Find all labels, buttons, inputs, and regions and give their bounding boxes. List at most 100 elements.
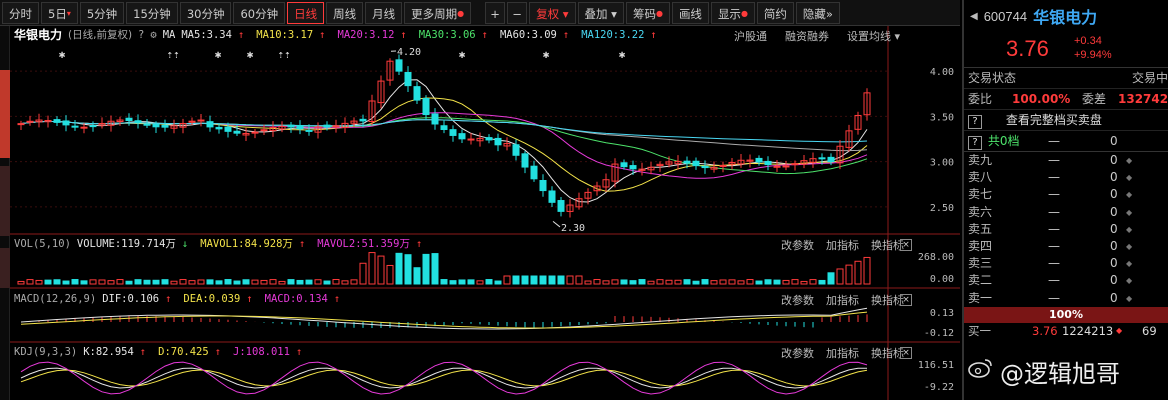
diamond-icon: ◆ <box>1116 325 1123 335</box>
y-tick-label: 2.50 <box>930 203 954 214</box>
volume-bar <box>260 279 268 285</box>
period-tab-daily[interactable]: 日线 <box>287 1 325 24</box>
period-tab-5min[interactable]: 5分钟 <box>79 1 125 24</box>
volume-bar <box>782 279 790 285</box>
kdj-add-indicator-link[interactable]: 加指标 <box>826 345 859 361</box>
display-button[interactable]: 显示● <box>710 1 755 24</box>
stock-code: 600744 <box>983 8 1028 24</box>
volume-bar <box>332 279 340 285</box>
sidebar-tab[interactable] <box>0 166 10 236</box>
candle-body <box>458 133 466 140</box>
vol-add-indicator-link[interactable]: 加指标 <box>826 237 859 253</box>
collapse-triangle-icon[interactable]: ◀ <box>970 11 978 22</box>
period-tab-weekly[interactable]: 周线 <box>326 1 364 24</box>
candle-body <box>782 165 790 168</box>
help-icon[interactable]: ? <box>138 27 144 43</box>
vol-change-params-link[interactable]: 改参数 <box>781 237 814 253</box>
volume-bar <box>764 279 772 285</box>
full-book-row[interactable]: ? 查看完整档买卖盘 <box>964 110 1168 131</box>
period-tab-15min[interactable]: 15分钟 <box>126 1 178 24</box>
volume-bar <box>728 279 736 285</box>
ratio-label: 委比 <box>968 92 993 106</box>
volume-bar <box>656 279 664 285</box>
simple-button[interactable]: 简约 <box>756 1 794 24</box>
kdj-change-params-link[interactable]: 改参数 <box>781 345 814 361</box>
period-tab-monthly[interactable]: 月线 <box>365 1 403 24</box>
kdj-close-icon[interactable]: × <box>900 347 912 359</box>
margin-trading-link[interactable]: 融资融券 <box>785 28 829 44</box>
volume-bar <box>629 280 637 285</box>
ask-book: 卖九 — 0 ◆ 卖八 — 0 ◆ 卖七 — 0 ◆ 卖六 — 0 ◆ 卖五 — 0 ◆ 卖四 — 0 ◆ 卖三 — 0 ◆ 卖二 — 0 ◆… <box>964 152 1168 307</box>
volume-bar <box>404 254 412 285</box>
sidebar-tab-active[interactable] <box>0 70 10 158</box>
overlay-button[interactable]: 叠加 ▾ <box>577 1 624 24</box>
ask-volume: 0 <box>1110 256 1118 271</box>
diff-value: 132742 <box>1118 92 1168 106</box>
volume-bar <box>557 275 565 285</box>
draw-line-button[interactable]: 画线 <box>671 1 709 24</box>
arrow-up-icon: ↑ <box>319 29 326 41</box>
volume-bar <box>251 279 259 285</box>
event-marker-icon: ✱ <box>215 48 222 61</box>
period-tab-5day[interactable]: 5日▾ <box>41 1 78 24</box>
zoom-in-button[interactable]: + <box>485 1 506 24</box>
volume-bar <box>440 279 448 285</box>
candle-body <box>449 129 457 136</box>
macd-close-icon[interactable]: × <box>900 294 912 306</box>
arrow-up-icon: ↑ <box>246 293 253 305</box>
ma60-value: MA60:3.09 ↑ <box>500 27 575 43</box>
adjust-button[interactable]: 复权 ▾ <box>529 1 576 24</box>
period-tab-60min[interactable]: 60分钟 <box>233 1 286 24</box>
volume-bar <box>845 264 853 285</box>
candle-body <box>305 129 313 132</box>
candle-body <box>251 131 259 134</box>
vol-close-icon[interactable]: × <box>900 239 912 251</box>
kline-chart-area[interactable]: 4.00 3.50 3.00 2.50 268.00 0.00 0.13 -0.12 11… <box>10 26 960 400</box>
arrow-up-icon: ↑ <box>298 238 306 250</box>
chips-button[interactable]: 筹码● <box>625 1 670 24</box>
hide-button[interactable]: 隐藏» <box>795 1 840 24</box>
macd-add-indicator-link[interactable]: 加指标 <box>826 292 859 308</box>
mavol1-value: MAVOL1:84.928万 ↑ <box>200 236 311 252</box>
candle-body <box>467 138 475 141</box>
ma60-text: MA60:3.09 <box>499 29 557 41</box>
candle-body <box>323 124 331 128</box>
ask-volume: 0 <box>1110 273 1118 288</box>
volume-bar <box>224 279 232 285</box>
watermark: @逻辑旭哥 <box>1000 354 1120 389</box>
diamond-icon: ◆ <box>1126 156 1133 165</box>
candle-body <box>413 86 421 101</box>
set-ma-link[interactable]: 设置均线 ▾ <box>847 28 900 44</box>
period-tab-more[interactable]: 更多周期● <box>404 1 472 24</box>
sidebar-tab[interactable] <box>0 248 10 288</box>
full-book-link[interactable]: 查看完整档买卖盘 <box>1006 113 1102 127</box>
level0-dash: — <box>1048 134 1060 148</box>
last-price: 3.76 <box>1006 36 1049 61</box>
candle-body <box>287 124 295 128</box>
help-icon[interactable]: ? <box>968 115 982 129</box>
adjust-label: 复权 <box>536 6 560 21</box>
arrow-up-icon: ↑ <box>333 293 341 305</box>
mavol1-text: MAVOL1:84.928万 <box>200 238 293 250</box>
d-text: D:70.425 <box>158 346 209 358</box>
zoom-out-button[interactable]: − <box>507 1 528 24</box>
help-icon[interactable]: ? <box>968 136 982 150</box>
candle-body <box>359 118 367 122</box>
bid-volume: 1224213 <box>1062 323 1114 338</box>
volume-bar <box>287 279 295 285</box>
period-tab-30min[interactable]: 30分钟 <box>179 1 232 24</box>
ask-row: 卖六 — 0 ◆ <box>964 204 1168 221</box>
volume-bar <box>386 264 394 285</box>
bid-label: 买一 <box>968 323 991 338</box>
gear-icon[interactable]: ⚙ <box>150 27 156 43</box>
macd-change-params-link[interactable]: 改参数 <box>781 292 814 308</box>
volume-bar <box>179 279 187 285</box>
hk-connect-link[interactable]: 沪股通 <box>734 28 767 44</box>
candle-body <box>233 130 241 134</box>
period-tab-fenshi[interactable]: 分时 <box>2 1 39 24</box>
volume-bar <box>647 280 655 285</box>
notify-dot-icon: ● <box>740 8 748 18</box>
ask-row: 卖九 — 0 ◆ <box>964 152 1168 169</box>
volume-bar <box>863 256 871 285</box>
macd-title: MACD(12,26,9) <box>14 293 97 305</box>
